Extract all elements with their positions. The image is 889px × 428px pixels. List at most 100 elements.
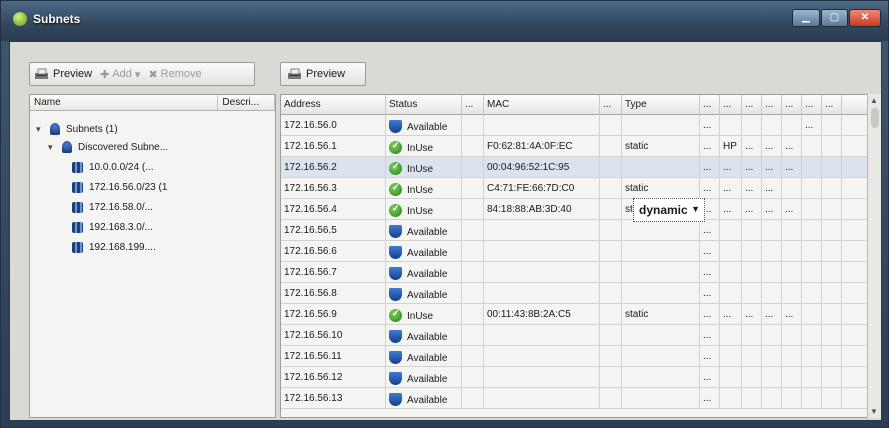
table-row[interactable]: 172.16.56.13 Available... bbox=[281, 388, 867, 409]
address-cell: 172.16.56.5 bbox=[281, 220, 386, 241]
extra-cell: ... bbox=[762, 178, 782, 199]
table-row[interactable]: 172.16.56.10 Available... bbox=[281, 325, 867, 346]
minimize-button[interactable]: ▁ bbox=[792, 9, 820, 27]
tree-item[interactable]: 172.16.58.0/... bbox=[72, 199, 153, 215]
expand-toggle-icon[interactable]: ▾ bbox=[36, 124, 44, 135]
extra-cell bbox=[802, 241, 822, 262]
column-header[interactable]: Type bbox=[622, 95, 700, 115]
table-row[interactable]: 172.16.56.1 InUse F0:62:81:4A:0F:EC static.… bbox=[281, 136, 867, 157]
column-header-name[interactable]: Name bbox=[30, 95, 219, 110]
table-row[interactable]: 172.16.56.9 InUse 00:11:43:8B:2A:C5 static.… bbox=[281, 304, 867, 325]
shield-icon bbox=[389, 225, 402, 238]
status-label: Available bbox=[407, 248, 448, 259]
table-row[interactable]: 172.16.56.7 Available... bbox=[281, 262, 867, 283]
column-header-description[interactable]: Descri... bbox=[218, 95, 275, 110]
extra-cell: ... bbox=[700, 367, 720, 388]
column-header[interactable]: ... bbox=[600, 95, 622, 115]
empty-cell bbox=[600, 304, 622, 325]
check-circle-icon bbox=[389, 308, 402, 322]
scroll-down-icon[interactable]: ▼ bbox=[870, 407, 878, 416]
extra-cell: ... bbox=[700, 115, 720, 136]
network-group-icon bbox=[50, 123, 60, 135]
vertical-scrollbar[interactable]: ▲ ▼ bbox=[867, 94, 881, 418]
client-area: Preview ✚ Add ▾ ✖ Remove Name Descri... … bbox=[9, 41, 882, 421]
type-cell bbox=[622, 115, 700, 136]
column-header[interactable]: ... bbox=[802, 95, 822, 115]
preview-button-right[interactable]: Preview bbox=[287, 68, 345, 80]
empty-cell bbox=[462, 283, 484, 304]
table-row[interactable]: 172.16.56.5 Available... bbox=[281, 220, 867, 241]
mac-cell bbox=[484, 346, 600, 367]
column-header[interactable]: ... bbox=[782, 95, 802, 115]
table-row[interactable]: 172.16.56.3 InUse C4:71:FE:66:7D:C0 static.… bbox=[281, 178, 867, 199]
column-header[interactable]: ... bbox=[742, 95, 762, 115]
tree-item-label: 192.168.199.... bbox=[89, 241, 156, 253]
column-header[interactable]: ... bbox=[762, 95, 782, 115]
address-cell: 172.16.56.4 bbox=[281, 199, 386, 220]
extra-cell: ... bbox=[700, 325, 720, 346]
tree-item[interactable]: ▾ Subnets (1) bbox=[36, 121, 118, 137]
expand-toggle-icon[interactable]: ▾ bbox=[48, 142, 56, 153]
table-row[interactable]: 172.16.56.4InUse84:18:88:AB:3D:40static.… bbox=[281, 199, 867, 220]
address-grid[interactable]: Address Status... MAC... Type..............… bbox=[280, 94, 868, 418]
empty-cell bbox=[462, 199, 484, 220]
tree-item[interactable]: ▾ Discovered Subne... bbox=[48, 139, 168, 155]
extra-cell: ... bbox=[762, 304, 782, 325]
empty-cell bbox=[600, 157, 622, 178]
mac-cell bbox=[484, 367, 600, 388]
extra-cell bbox=[782, 262, 802, 283]
column-header[interactable]: ... bbox=[700, 95, 720, 115]
mac-cell bbox=[484, 262, 600, 283]
type-cell bbox=[622, 283, 700, 304]
address-cell: 172.16.56.0 bbox=[281, 115, 386, 136]
shield-icon bbox=[389, 351, 402, 364]
status-label: Available bbox=[407, 269, 448, 280]
empty-cell bbox=[462, 388, 484, 409]
tree-item[interactable]: 192.168.3.0/... bbox=[72, 219, 153, 235]
grid-toolbar: Preview bbox=[280, 62, 366, 86]
subnet-icon bbox=[72, 201, 83, 213]
tree-item[interactable]: 192.168.199.... bbox=[72, 239, 156, 255]
extra-cell bbox=[742, 262, 762, 283]
title-bar[interactable]: Subnets ▁ ▢ ✕ bbox=[1, 1, 888, 41]
extra-cell bbox=[802, 346, 822, 367]
table-row[interactable]: 172.16.56.2 InUse 00:04:96:52:1C:95.......… bbox=[281, 157, 867, 178]
status-cell: InUse bbox=[386, 178, 462, 199]
extra-cell bbox=[762, 388, 782, 409]
column-header[interactable]: ... bbox=[822, 95, 842, 115]
extra-cell: ... bbox=[782, 157, 802, 178]
column-header[interactable]: ... bbox=[462, 95, 484, 115]
column-header[interactable]: Status bbox=[386, 95, 462, 115]
mac-cell: F0:62:81:4A:0F:EC bbox=[484, 136, 600, 157]
table-row[interactable]: 172.16.56.6 Available... bbox=[281, 241, 867, 262]
scroll-thumb[interactable] bbox=[871, 108, 879, 128]
remove-button[interactable]: ✖ Remove bbox=[148, 68, 201, 81]
tree-item[interactable]: 172.16.56.0/23 (1 bbox=[72, 179, 167, 195]
table-row[interactable]: 172.16.56.11 Available... bbox=[281, 346, 867, 367]
extra-cell bbox=[742, 241, 762, 262]
preview-button-left[interactable]: Preview bbox=[34, 68, 92, 80]
extra-cell bbox=[720, 241, 742, 262]
scroll-up-icon[interactable]: ▲ bbox=[870, 96, 878, 105]
add-label: Add bbox=[112, 68, 132, 80]
tree-item-label: 172.16.56.0/23 (1 bbox=[89, 181, 168, 193]
empty-cell bbox=[462, 367, 484, 388]
table-row[interactable]: 172.16.56.0 Available...... bbox=[281, 115, 867, 136]
type-dropdown[interactable]: dynamic ▼ bbox=[633, 198, 705, 222]
column-header[interactable]: Address bbox=[281, 95, 386, 115]
column-header[interactable]: ... bbox=[720, 95, 742, 115]
add-button[interactable]: ✚ Add ▾ bbox=[100, 68, 140, 81]
extra-cell bbox=[822, 220, 842, 241]
table-row[interactable]: 172.16.56.8 Available... bbox=[281, 283, 867, 304]
maximize-button[interactable]: ▢ bbox=[821, 9, 848, 27]
extra-cell bbox=[802, 388, 822, 409]
close-button[interactable]: ✕ bbox=[849, 9, 881, 27]
type-cell: static bbox=[622, 178, 700, 199]
extra-cell: ... bbox=[700, 178, 720, 199]
table-row[interactable]: 172.16.56.12 Available... bbox=[281, 367, 867, 388]
status-cell: InUse bbox=[386, 157, 462, 178]
tree-item[interactable]: 10.0.0.0/24 (... bbox=[72, 159, 154, 175]
column-header[interactable]: MAC bbox=[484, 95, 600, 115]
extra-cell: ... bbox=[742, 304, 762, 325]
subnet-tree[interactable]: Name Descri... ▾ Subnets (1) ▾ Discovered S… bbox=[29, 94, 276, 418]
